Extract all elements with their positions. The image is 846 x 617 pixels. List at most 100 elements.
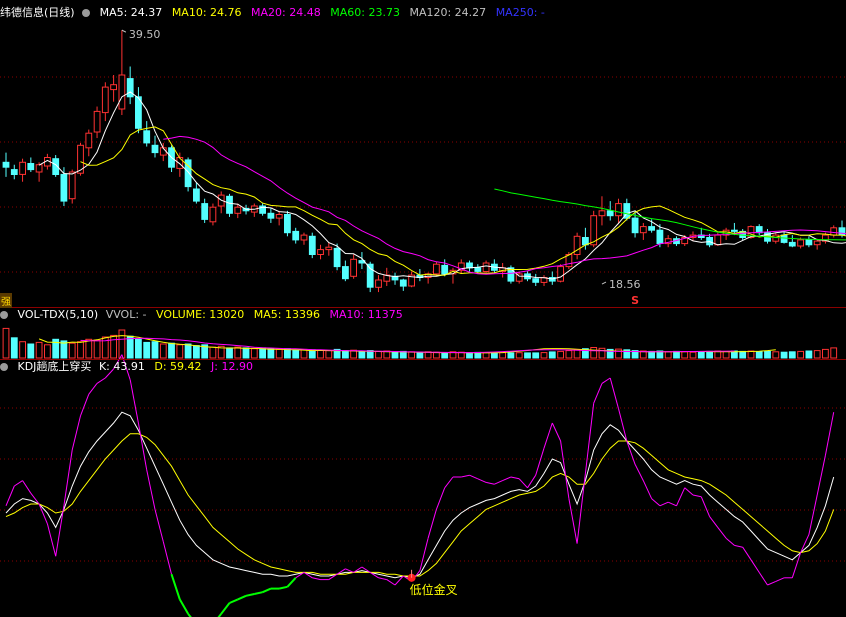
- candle-up: [714, 234, 722, 246]
- candle-up: [615, 203, 622, 217]
- kdj-j-segment: [758, 572, 768, 586]
- volume-bar-down: [466, 352, 473, 359]
- volume-bar-down: [342, 350, 349, 359]
- candle-down: [466, 262, 473, 269]
- volume-bar-up: [772, 351, 780, 359]
- volume-bar-up: [408, 351, 416, 359]
- volume-bar-down: [764, 350, 771, 359]
- volume-bar-down: [135, 338, 142, 359]
- kdj-j-segment: [312, 577, 321, 581]
- volume-bar-up: [93, 339, 101, 359]
- volume-bar-down: [416, 351, 424, 359]
- kdj-j-segment: [494, 480, 503, 485]
- kdj-j-segment: [286, 577, 297, 588]
- kdj-j-segment: [435, 487, 446, 510]
- volume-bar-down: [226, 347, 233, 359]
- volume-bar-down: [524, 352, 531, 359]
- kdj-j-segment: [444, 476, 454, 489]
- kdj-j-segment: [88, 383, 98, 395]
- kdj-j-segment: [469, 474, 478, 480]
- price-ma5-line: [38, 91, 846, 280]
- kdj-j-segment: [170, 573, 181, 600]
- volume-legend: VOL-TDX(5,10) VVOL: - VOLUME: 13020 MA5:…: [0, 308, 409, 322]
- indicator-menu-icon[interactable]: [0, 363, 8, 371]
- kdj-j-segment: [55, 505, 65, 557]
- kdj-j-segment: [568, 498, 578, 544]
- volume-bar-down: [805, 350, 813, 359]
- legend-ma10: MA10: 24.76: [171, 6, 242, 19]
- kdj-title[interactable]: KDJ趟底上穿买: [18, 360, 92, 373]
- kdj-legend: KDJ趟底上穿买 K: 43.91 D: 59.42 J: 12.90: [0, 360, 259, 374]
- candle-up: [317, 249, 324, 256]
- gold-cross-label: 低位金叉: [410, 582, 458, 597]
- kdj-j-segment: [237, 594, 247, 601]
- candle-up: [118, 74, 126, 110]
- volume-bar-down: [267, 348, 275, 359]
- volume-bar-down: [151, 341, 159, 359]
- kdj-j-segment: [642, 480, 653, 499]
- candle-up: [813, 240, 821, 246]
- kdj-j-segment: [692, 494, 702, 498]
- stock-title[interactable]: 纬德信息(日线): [0, 6, 75, 19]
- kdj-j-segment: [477, 478, 487, 483]
- kdj-j-segment: [22, 480, 32, 494]
- kdj-j-segment: [593, 383, 603, 404]
- volume-bar-down: [242, 347, 250, 359]
- volume-bar-down: [780, 351, 788, 359]
- volume-bar-up: [813, 350, 821, 359]
- kdj-j-segment: [254, 591, 263, 595]
- volume-bar-up: [176, 344, 184, 359]
- kdj-j-segment: [485, 481, 495, 485]
- volume-bar-up: [209, 346, 217, 359]
- kdj-j-segment: [750, 559, 760, 573]
- kdj-j-segment: [162, 541, 172, 575]
- kdj-j-segment: [518, 478, 528, 489]
- kdj-d-line: [5, 433, 835, 577]
- kdj-j-segment: [659, 501, 669, 507]
- candle-down: [333, 247, 341, 268]
- candle-down: [788, 241, 796, 247]
- candle-down: [126, 78, 134, 98]
- volume-bar-down: [507, 352, 515, 359]
- volume-bar-up: [573, 349, 581, 359]
- s-signal-marker: S: [631, 294, 639, 307]
- kdj-j-segment: [527, 474, 537, 489]
- volume-bar-up: [68, 342, 76, 359]
- volume-bar-down: [491, 352, 498, 359]
- volume-bar-up: [590, 347, 598, 359]
- kdj-j-segment: [510, 476, 520, 480]
- volume-bar-up: [325, 350, 333, 359]
- legend-vol-ma5: MA5: 13396: [253, 308, 320, 321]
- volume-bar-down: [697, 351, 705, 359]
- volume-bar-up: [77, 341, 84, 359]
- volume-bar-down: [143, 341, 151, 359]
- legend-ma5: MA5: 24.37: [99, 6, 163, 19]
- volume-bar-up: [2, 327, 10, 359]
- kdj-j-segment: [71, 415, 81, 451]
- legend-k: K: 43.91: [98, 360, 145, 373]
- candle-up: [35, 164, 43, 173]
- legend-vvol: VVOL: -: [105, 308, 147, 321]
- candle-up: [209, 206, 217, 223]
- volume-bar-down: [168, 342, 175, 359]
- candle-down: [284, 214, 291, 234]
- volume-bar-down: [755, 351, 763, 359]
- candle-up: [68, 171, 76, 200]
- volume-bar-up: [830, 347, 838, 359]
- candle-up: [85, 132, 93, 149]
- candle-down: [342, 266, 349, 280]
- candle-down: [656, 229, 664, 244]
- candle-down: [399, 279, 407, 287]
- candle-down: [267, 212, 275, 219]
- indicator-menu-icon[interactable]: [0, 311, 8, 319]
- volume-bar-down: [193, 345, 200, 359]
- kdj-j-segment: [129, 379, 139, 424]
- candle-down: [292, 230, 300, 241]
- indicator-menu-icon[interactable]: [82, 9, 91, 17]
- kdj-j-segment: [609, 377, 619, 409]
- kdj-j-segment: [535, 448, 545, 476]
- volume-bar-up: [250, 348, 258, 359]
- kdj-j-segment: [824, 412, 835, 456]
- kdj-j-segment: [178, 598, 189, 615]
- vol-title[interactable]: VOL-TDX(5,10): [18, 308, 99, 321]
